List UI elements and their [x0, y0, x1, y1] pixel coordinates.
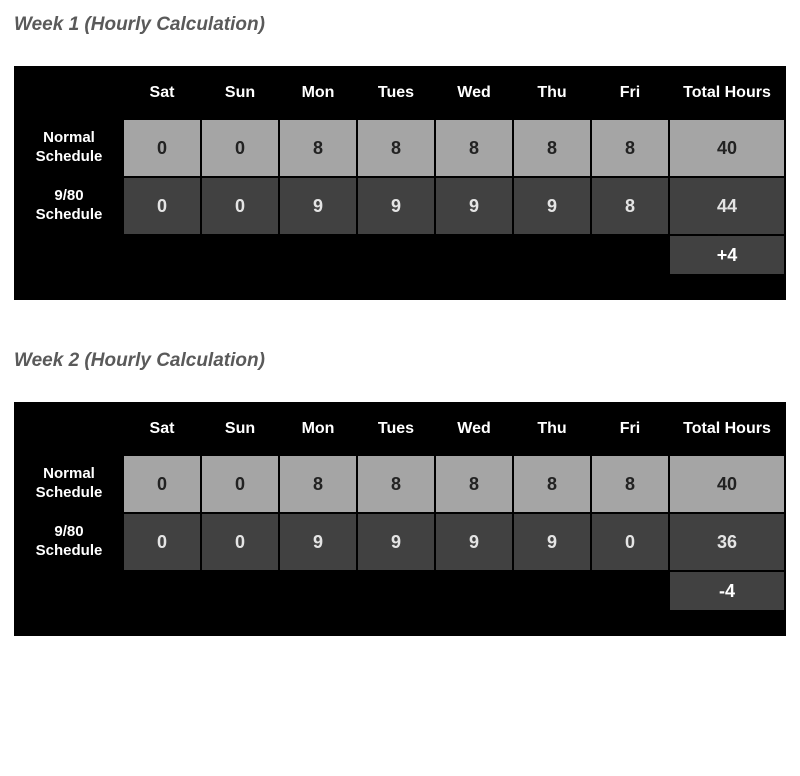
cell: 0 — [124, 514, 202, 572]
header-sun: Sun — [202, 66, 280, 120]
blank-cell — [124, 572, 670, 612]
cell: 0 — [202, 514, 280, 572]
week1-nine80-row: 9/80 Schedule 0 0 9 9 9 9 8 44 — [14, 178, 786, 236]
header-total: Total Hours — [670, 66, 786, 120]
header-tue: Tues — [358, 66, 436, 120]
cell: 0 — [124, 178, 202, 236]
header-wed: Wed — [436, 402, 514, 456]
spacer-row — [14, 612, 786, 636]
cell: 9 — [514, 514, 592, 572]
cell: 9 — [514, 178, 592, 236]
week2-block: Week 2 (Hourly Calculation) Sat Sun Mon … — [14, 350, 786, 636]
header-thu: Thu — [514, 66, 592, 120]
header-mon: Mon — [280, 402, 358, 456]
header-fri: Fri — [592, 402, 670, 456]
cell: 8 — [592, 120, 670, 178]
week1-title: Week 1 (Hourly Calculation) — [14, 14, 786, 36]
cell: 8 — [280, 120, 358, 178]
cell: 9 — [436, 178, 514, 236]
cell-total: 40 — [670, 120, 786, 178]
header-blank — [14, 66, 124, 120]
cell: 8 — [436, 456, 514, 514]
cell: 8 — [592, 456, 670, 514]
week1-delta-row: +4 — [14, 236, 786, 276]
blank-cell — [14, 572, 124, 612]
week1-delta: +4 — [670, 236, 786, 276]
cell: 0 — [124, 456, 202, 514]
header-sat: Sat — [124, 402, 202, 456]
week1-table: Sat Sun Mon Tues Wed Thu Fri Total Hours… — [14, 66, 786, 300]
blank-cell — [124, 236, 670, 276]
header-mon: Mon — [280, 66, 358, 120]
row-label-normal: Normal Schedule — [14, 456, 124, 514]
cell: 8 — [592, 178, 670, 236]
blank-cell — [14, 612, 124, 636]
cell: 8 — [436, 120, 514, 178]
blank-cell — [124, 612, 786, 636]
week2-delta: -4 — [670, 572, 786, 612]
blank-cell — [124, 276, 786, 300]
cell: 9 — [280, 514, 358, 572]
cell: 8 — [358, 120, 436, 178]
cell: 9 — [280, 178, 358, 236]
blank-cell — [14, 236, 124, 276]
cell: 0 — [202, 120, 280, 178]
cell: 0 — [124, 120, 202, 178]
cell: 0 — [202, 178, 280, 236]
week1-normal-row: Normal Schedule 0 0 8 8 8 8 8 40 — [14, 120, 786, 178]
header-wed: Wed — [436, 66, 514, 120]
cell: 9 — [358, 514, 436, 572]
row-label-nine80: 9/80 Schedule — [14, 178, 124, 236]
cell: 8 — [514, 456, 592, 514]
row-label-nine80: 9/80 Schedule — [14, 514, 124, 572]
cell: 8 — [280, 456, 358, 514]
cell: 9 — [358, 178, 436, 236]
cell: 8 — [358, 456, 436, 514]
cell-total: 36 — [670, 514, 786, 572]
cell: 8 — [514, 120, 592, 178]
header-total: Total Hours — [670, 402, 786, 456]
row-label-normal: Normal Schedule — [14, 120, 124, 178]
header-tue: Tues — [358, 402, 436, 456]
cell: 9 — [436, 514, 514, 572]
header-sat: Sat — [124, 66, 202, 120]
blank-cell — [14, 276, 124, 300]
week2-table: Sat Sun Mon Tues Wed Thu Fri Total Hours… — [14, 402, 786, 636]
week2-title: Week 2 (Hourly Calculation) — [14, 350, 786, 372]
header-sun: Sun — [202, 402, 280, 456]
week1-block: Week 1 (Hourly Calculation) Sat Sun Mon … — [14, 14, 786, 300]
week2-delta-row: -4 — [14, 572, 786, 612]
cell: 0 — [592, 514, 670, 572]
spacer-row — [14, 276, 786, 300]
week2-nine80-row: 9/80 Schedule 0 0 9 9 9 9 0 36 — [14, 514, 786, 572]
header-thu: Thu — [514, 402, 592, 456]
header-blank — [14, 402, 124, 456]
header-fri: Fri — [592, 66, 670, 120]
cell: 0 — [202, 456, 280, 514]
week2-normal-row: Normal Schedule 0 0 8 8 8 8 8 40 — [14, 456, 786, 514]
cell-total: 44 — [670, 178, 786, 236]
cell-total: 40 — [670, 456, 786, 514]
